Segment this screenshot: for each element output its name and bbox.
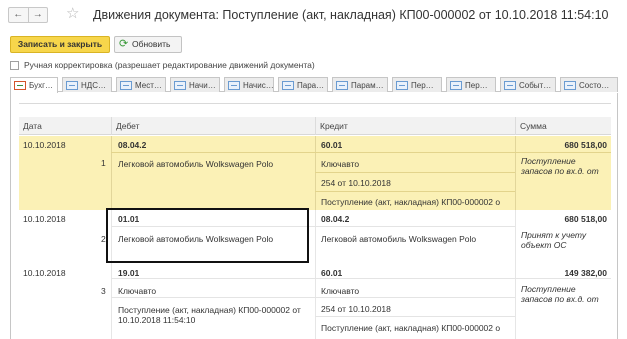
save-and-close-button[interactable]: Записать и закрыть [10,36,110,53]
entry-description: Поступление запасов по вх.д. от [521,156,599,176]
register-icon [336,80,348,90]
tab-label: Пер… [411,80,434,90]
entry-description: Поступление запасов по вх.д. от [521,284,599,304]
column-header-debit[interactable]: Дебет [111,117,315,135]
column-divider [315,136,316,210]
tab-vat[interactable]: НДС… [62,77,112,92]
register-icon [66,80,78,90]
tab-label: Пара… [297,80,325,90]
forward-arrow-icon[interactable]: → [27,8,48,22]
manual-correction-row: Ручная корректировка (разрешает редактир… [10,59,315,71]
tab-accrual-1[interactable]: Начи… [170,77,220,92]
debit-subconto-2: Поступление (акт, накладная) КП00-000002… [118,305,301,315]
refresh-button[interactable]: ⟳ Обновить [114,36,182,53]
column-divider [515,136,516,210]
tab-transfer-2[interactable]: Пер… [446,77,496,92]
register-icon [396,80,408,90]
accounting-register-icon [14,81,26,90]
refresh-button-label: Обновить [132,39,171,49]
credit-account: 08.04.2 [321,214,350,224]
tab-label: Пер… [465,80,488,90]
debit-account: 08.04.2 [118,140,147,150]
column-divider [315,210,316,262]
column-divider [515,262,516,339]
column-divider [515,210,516,262]
register-icon [174,80,186,90]
row-divider [111,152,611,153]
entry-amount: 149 382,00 [564,268,607,278]
title-bar: ← → ☆ Движения документа: Поступление (а… [0,0,627,30]
credit-subconto-2: 254 от 10.10.2018 [321,304,391,314]
entries-table: Дата Дебет Кредит Сумма 10.10.2018 1 08.… [10,93,618,339]
tab-params-2[interactable]: Парам… [332,77,388,92]
table-row[interactable]: 10.10.2018 1 08.04.2 Легковой автомобиль… [19,136,611,210]
refresh-icon: ⟳ [119,38,129,50]
highlight-frame [106,208,309,263]
manual-correction-checkbox[interactable] [10,60,19,70]
column-header-credit[interactable]: Кредит [315,117,515,135]
debit-subconto-1: Легковой автомобиль Wolkswagen Polo [118,159,274,169]
credit-subconto-1: Ключавто [321,286,360,296]
entry-date: 10.10.2018 [23,214,66,224]
column-divider [315,262,316,339]
entry-description: Принят к учету объект ОС [521,230,587,250]
entry-date: 10.10.2018 [23,140,66,150]
row-divider [315,316,515,317]
entry-date: 10.10.2018 [23,268,66,278]
tab-states[interactable]: Состо… [560,77,618,92]
tab-transfer-1[interactable]: Пер… [392,77,442,92]
debit-account: 19.01 [118,268,140,278]
manual-correction-label: Ручная корректировка (разрешает редактир… [24,60,315,70]
tab-label: НДС… [81,80,106,90]
column-divider [111,262,112,339]
tab-label: Мест… [135,80,162,90]
credit-subconto-1: Ключавто [321,159,360,169]
table-toolbar-area [19,103,611,109]
register-icon [564,80,576,90]
register-icon [504,80,516,90]
tab-events[interactable]: Событ… [500,77,556,92]
register-icon [228,80,240,90]
row-divider [315,191,515,192]
row-divider [111,278,611,279]
tab-location[interactable]: Мест… [116,77,166,92]
row-divider [111,297,515,298]
back-arrow-icon[interactable]: ← [9,8,28,22]
entry-number: 1 [101,158,106,168]
credit-subconto-3: Поступление (акт, накладная) КП00-000002… [321,323,501,333]
credit-account: 60.01 [321,268,343,278]
credit-subconto-3: Поступление (акт, накладная) КП00-000002… [321,197,501,207]
column-header-date[interactable]: Дата [19,117,111,135]
tab-label: Состо… [579,80,610,90]
register-tabs: Бухг… НДС… Мест… Начи… Начис… Пара… Пара… [10,77,618,93]
credit-account: 60.01 [321,140,343,150]
window-title: Движения документа: Поступление (акт, на… [93,8,609,22]
entry-number: 3 [101,286,106,296]
row-divider [315,172,515,173]
debit-subconto-2-cont: 10.10.2018 11:54:10 [118,315,196,325]
credit-subconto-1: Легковой автомобиль Wolkswagen Polo [321,234,477,244]
register-icon [450,80,462,90]
tab-accounting[interactable]: Бухг… [10,77,58,93]
table-header: Дата Дебет Кредит Сумма [19,117,611,135]
column-divider [111,136,112,210]
register-icon [282,80,294,90]
tab-label: Начи… [189,80,216,90]
tab-label: Бухг… [29,81,53,90]
entry-amount: 680 518,00 [564,140,607,150]
tab-label: Парам… [351,80,384,90]
tab-label: Событ… [519,80,552,90]
register-icon [120,80,132,90]
tab-accrual-2[interactable]: Начис… [224,77,274,92]
entry-amount: 680 518,00 [564,214,607,224]
nav-buttons: ← → [8,7,48,23]
debit-subconto-1: Ключавто [118,286,157,296]
tab-params-1[interactable]: Пара… [278,77,328,92]
star-icon[interactable]: ☆ [66,5,79,23]
column-header-sum[interactable]: Сумма [515,117,611,135]
table-row[interactable]: 10.10.2018 3 19.01 Ключавто Поступление … [19,262,611,339]
credit-subconto-2: 254 от 10.10.2018 [321,178,391,188]
tab-label: Начис… [243,80,274,90]
